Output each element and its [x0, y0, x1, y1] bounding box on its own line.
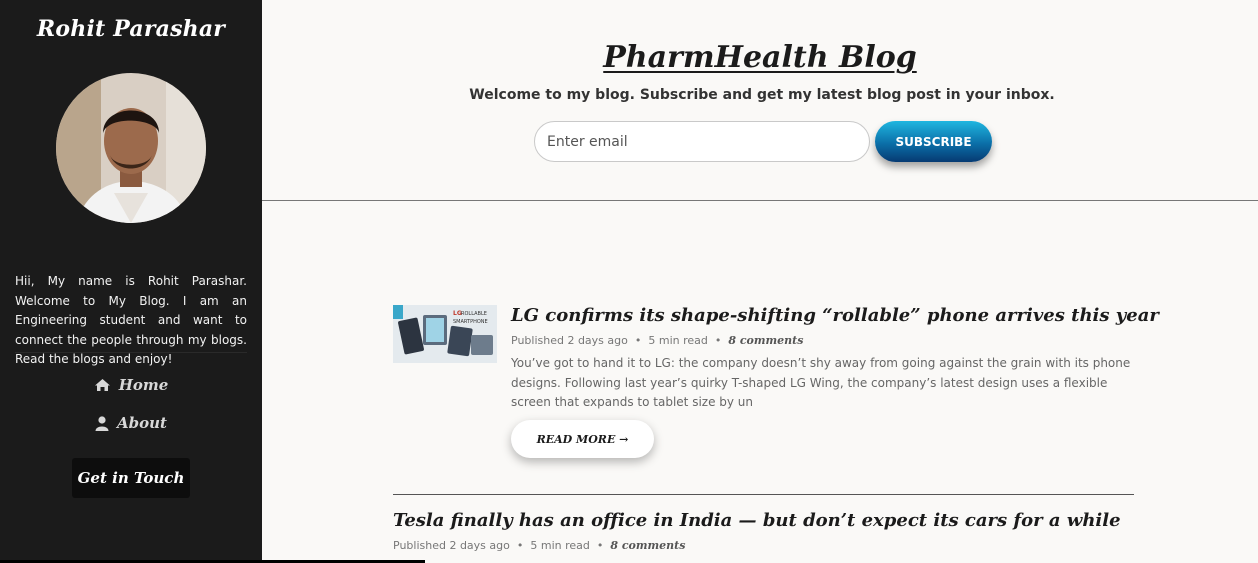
read-time: 5 min read	[648, 334, 708, 347]
post-meta: Published 2 days ago • 5 min read • 8 co…	[511, 334, 803, 347]
meta-separator: •	[593, 539, 607, 552]
nav-about-label: About	[117, 414, 167, 432]
tagline: Welcome to my blog. Subscribe and get my…	[469, 87, 1055, 103]
comments-count[interactable]: 8 comments	[610, 539, 685, 552]
svg-text:ROLLABLE: ROLLABLE	[461, 311, 487, 317]
email-input[interactable]	[534, 121, 870, 162]
header-divider	[262, 200, 1258, 201]
meta-separator: •	[711, 334, 725, 347]
divider	[15, 352, 247, 353]
blog-title[interactable]: PharmHealth Blog	[603, 40, 916, 75]
published-date: Published 2 days ago	[511, 334, 628, 347]
svg-text:SMARTPHONE: SMARTPHONE	[453, 319, 488, 325]
subscribe-button[interactable]: SUBSCRIBE	[875, 121, 992, 162]
post-title[interactable]: LG confirms its shape-shifting “rollable…	[511, 305, 1159, 326]
published-date: Published 2 days ago	[393, 539, 510, 552]
nav-home[interactable]: Home	[0, 376, 262, 394]
author-name: Rohit Parashar	[36, 16, 226, 42]
post-excerpt: You’ve got to hand it to LG: the company…	[511, 356, 1131, 410]
comments-count[interactable]: 8 comments	[728, 334, 803, 347]
home-icon	[94, 378, 111, 392]
user-icon	[95, 415, 109, 431]
post-thumbnail[interactable]: LG ROLLABLE SMARTPHONE	[393, 305, 497, 363]
nav-about[interactable]: About	[0, 414, 262, 432]
read-time: 5 min read	[530, 539, 590, 552]
avatar	[56, 73, 206, 223]
meta-separator: •	[513, 539, 527, 552]
sidebar: Rohit Parashar Hii, My name is Rohit Par…	[0, 0, 425, 563]
nav-home-label: Home	[118, 376, 169, 394]
read-more-button[interactable]: READ MORE →	[511, 420, 654, 458]
post-divider	[393, 494, 1134, 495]
author-bio: Hii, My name is Rohit Parashar. Welcome …	[15, 274, 247, 367]
meta-separator: •	[631, 334, 645, 347]
get-in-touch-button[interactable]: Get in Touch	[72, 458, 190, 498]
post-meta: Published 2 days ago • 5 min read • 8 co…	[393, 539, 685, 552]
blog-title-wrap: PharmHealth Blog	[262, 40, 1258, 75]
post-title[interactable]: Tesla finally has an office in India — b…	[393, 510, 1121, 531]
